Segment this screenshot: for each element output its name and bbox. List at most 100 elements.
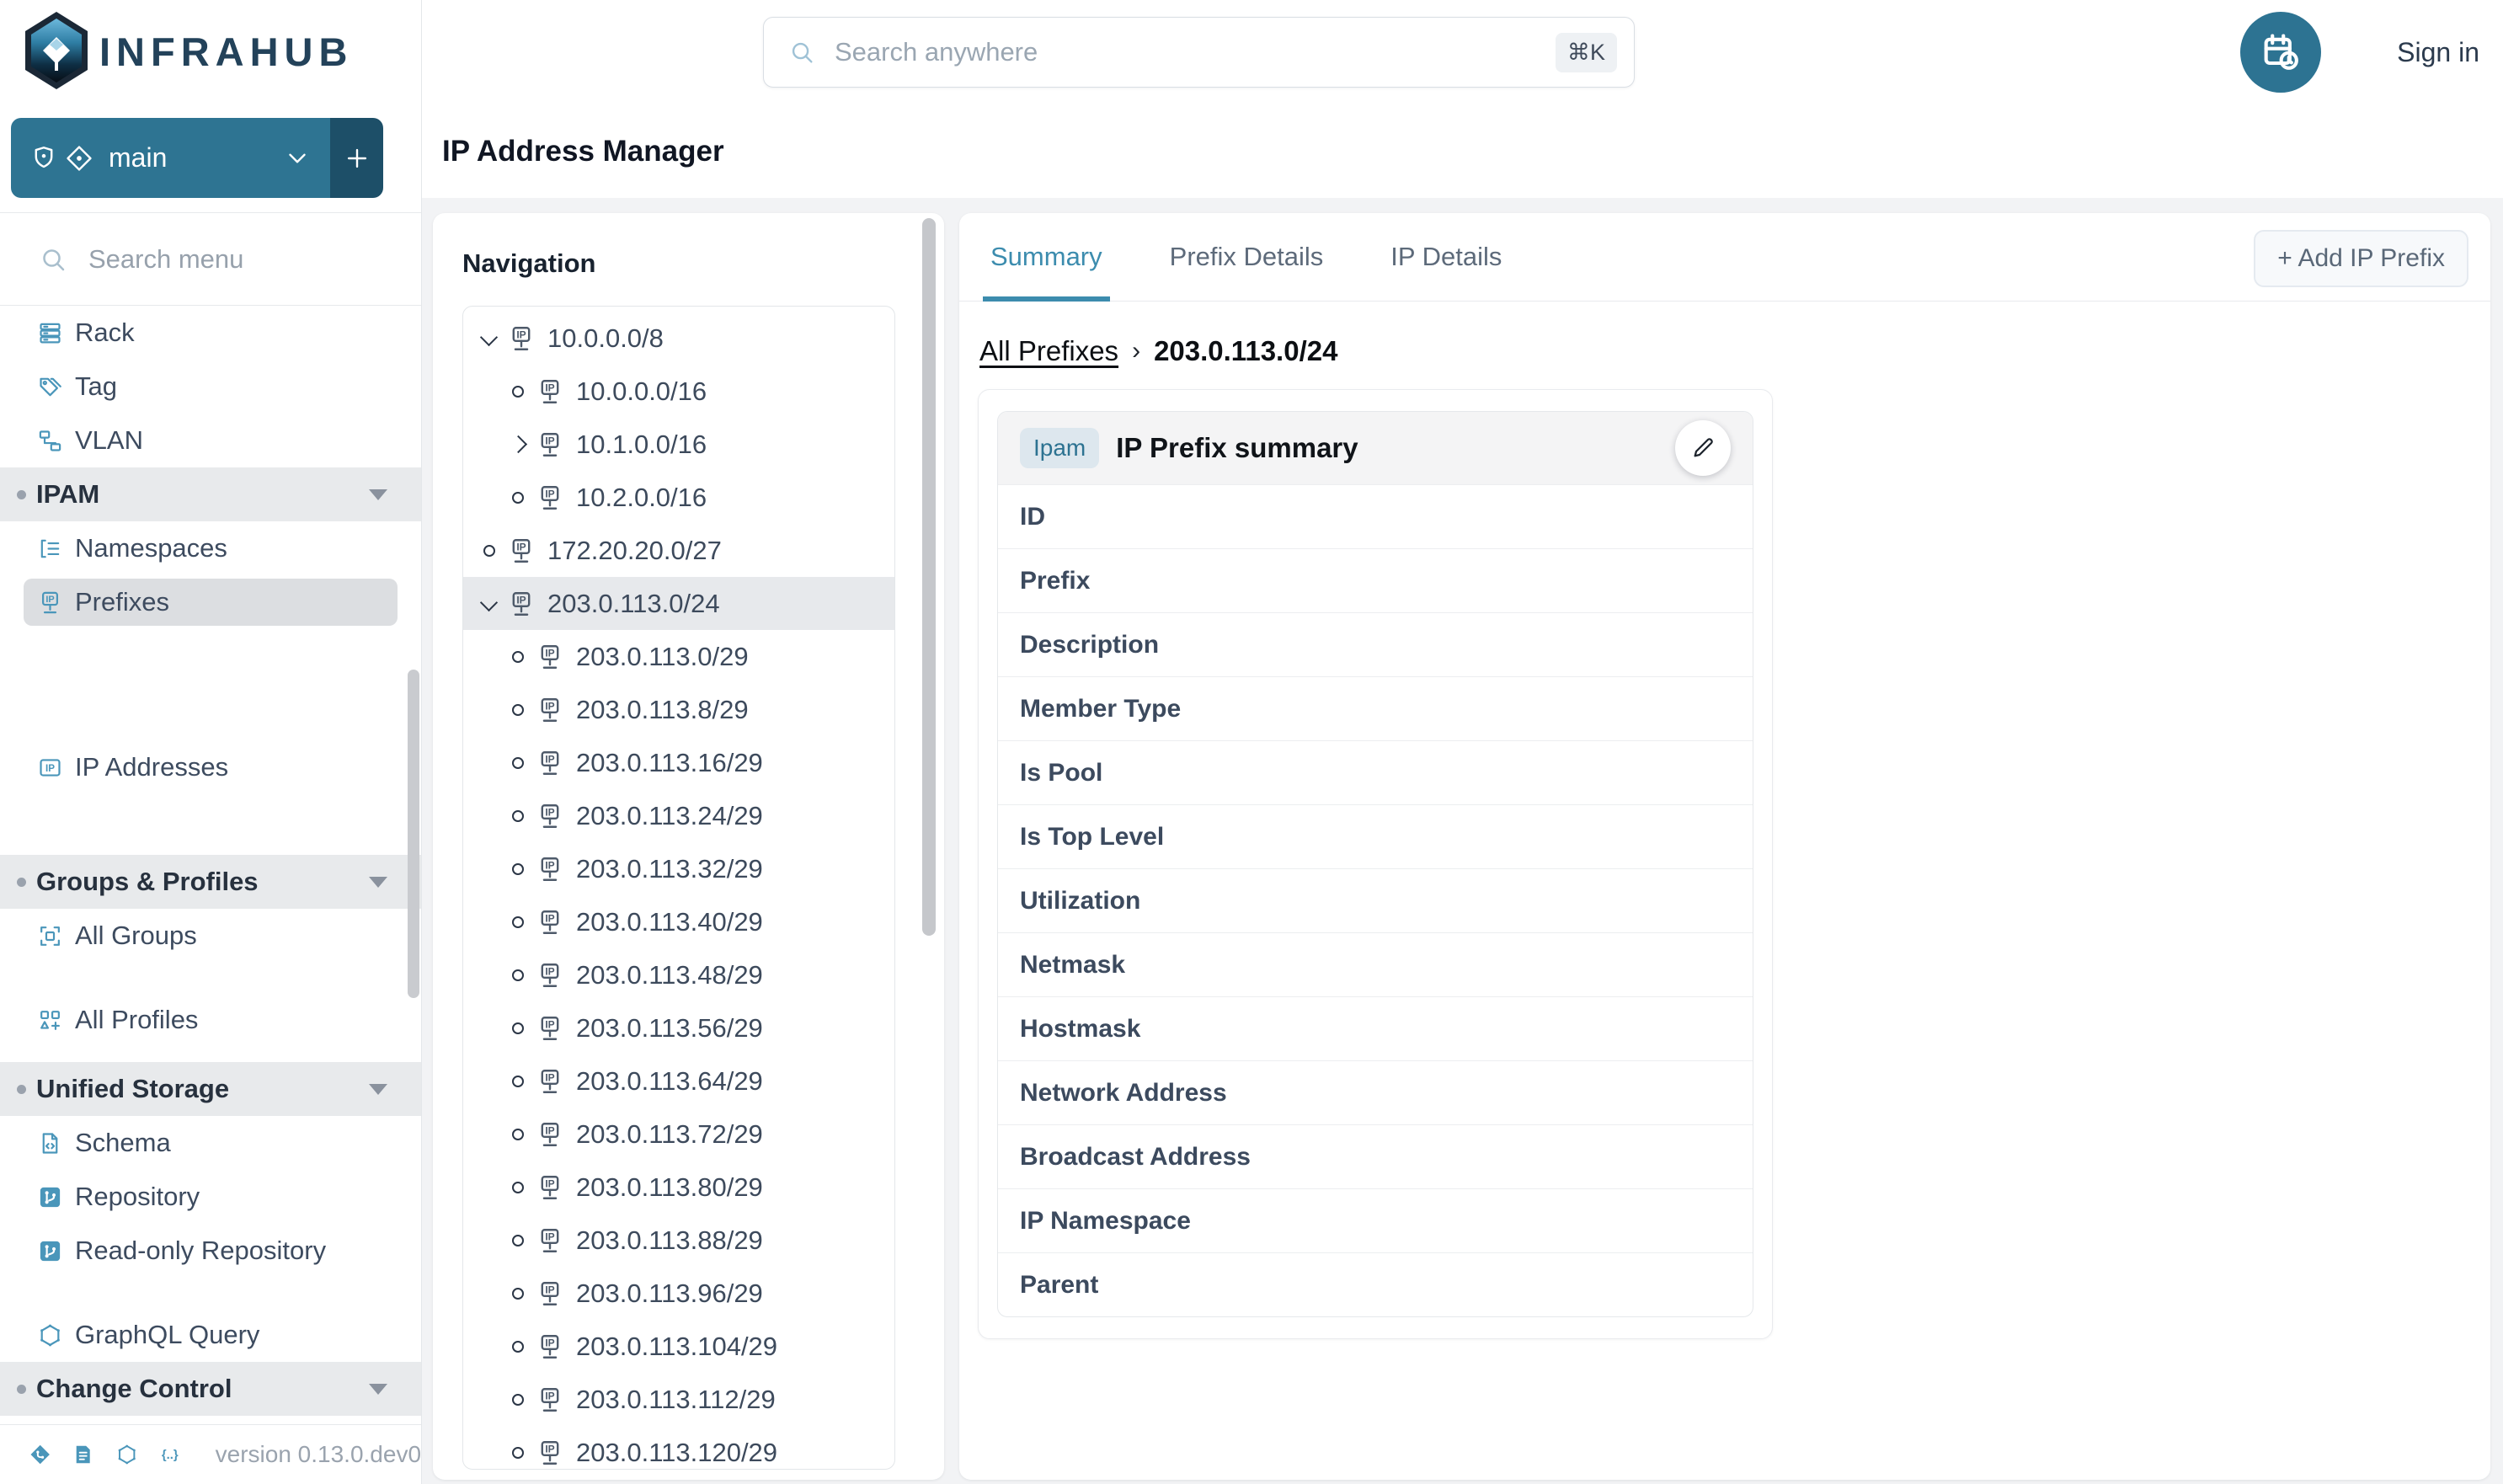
tree-row[interactable]: 10.1.0.0/16: [463, 418, 894, 471]
sidebar-menu-item[interactable]: Tag: [0, 360, 421, 414]
sidebar-menu-item[interactable]: Read-only Repository: [0, 1224, 421, 1278]
tree-row[interactable]: 203.0.113.0/29: [463, 630, 894, 683]
tree-expander-icon[interactable]: [505, 857, 531, 882]
tree-expander-icon[interactable]: [477, 538, 502, 563]
tree-expander-icon[interactable]: [505, 1122, 531, 1147]
tree-expander-icon[interactable]: [505, 1281, 531, 1306]
breadcrumb-all-prefixes-link[interactable]: All Prefixes: [979, 335, 1118, 367]
tree-row[interactable]: 203.0.113.8/29: [463, 683, 894, 736]
ip-prefix-icon: [536, 696, 564, 724]
ip-prefix-icon: [536, 643, 564, 671]
tree-expander-icon[interactable]: [505, 1228, 531, 1253]
infrahub-logo-icon: [25, 12, 88, 89]
tree-expander-icon[interactable]: [505, 803, 531, 829]
menu-item-label: Tag: [75, 371, 117, 402]
add-branch-button[interactable]: [330, 118, 383, 198]
sidebar-menu-item[interactable]: GraphQL Query: [0, 1308, 421, 1362]
docs-icon[interactable]: [72, 1439, 94, 1471]
tree-row[interactable]: 203.0.113.112/29: [463, 1373, 894, 1426]
tree-expander-icon[interactable]: [505, 963, 531, 988]
tree-row[interactable]: 203.0.113.16/29: [463, 736, 894, 789]
summary-table-header: Ipam IP Prefix summary: [998, 412, 1753, 484]
tree-row[interactable]: 203.0.113.48/29: [463, 948, 894, 1001]
sidebar-menu-item[interactable]: Schema: [0, 1116, 421, 1170]
main-body: All Prefixes › 203.0.113.0/24 Ipam IP Pr…: [959, 302, 2490, 1339]
tree-expander-icon[interactable]: [505, 1175, 531, 1200]
sidebar-menu-item[interactable]: Unified Storage: [0, 1062, 421, 1116]
menu-item-icon: [37, 1007, 63, 1033]
tree-row[interactable]: 10.2.0.0/16: [463, 471, 894, 524]
tree-row[interactable]: 203.0.113.40/29: [463, 895, 894, 948]
sidebar-menu-item[interactable]: All Groups: [0, 909, 421, 963]
tree-row[interactable]: 203.0.113.64/29: [463, 1054, 894, 1108]
global-search-placeholder: Search anywhere: [835, 37, 1556, 67]
time-travel-button[interactable]: [2240, 12, 2321, 93]
menu-item-label: Namespaces: [75, 533, 227, 563]
tree-expander-icon[interactable]: [505, 432, 531, 457]
sidebar-scrollbar[interactable]: [408, 670, 419, 998]
tree-row[interactable]: 203.0.113.80/29: [463, 1161, 894, 1214]
tree-expander-icon[interactable]: [477, 326, 502, 351]
global-search-input[interactable]: Search anywhere ⌘K: [763, 17, 1635, 88]
ip-prefix-icon: [536, 1385, 564, 1414]
tree-expander-icon[interactable]: [505, 485, 531, 510]
tree-row[interactable]: 203.0.113.56/29: [463, 1001, 894, 1054]
edit-button[interactable]: [1675, 420, 1731, 476]
sidebar-menu-item[interactable]: Change Control: [0, 1362, 421, 1416]
tree-expander-icon[interactable]: [505, 1016, 531, 1041]
logo[interactable]: INFRAHUB: [0, 0, 421, 105]
sidebar-menu-item[interactable]: IP Addresses: [0, 740, 421, 794]
shield-icon: [29, 144, 58, 173]
sign-in-button[interactable]: Sign in: [2397, 0, 2479, 105]
sidebar-menu-item[interactable]: IPAM: [0, 467, 421, 521]
table-row: Parent - - - -: [998, 1252, 1753, 1316]
tree-row[interactable]: 203.0.113.88/29: [463, 1214, 894, 1267]
row-label: Parent: [998, 1271, 1257, 1300]
tree-expander-icon[interactable]: [505, 1387, 531, 1412]
add-ip-prefix-button[interactable]: + Add IP Prefix: [2254, 230, 2468, 287]
git-version-icon[interactable]: [29, 1439, 51, 1471]
sidebar-menu-item[interactable]: Prefixes: [24, 579, 398, 626]
tab[interactable]: IP Details: [1384, 213, 1508, 301]
sidebar-menu-item[interactable]: Rack: [0, 306, 421, 360]
sidebar-menu-item[interactable]: Namespaces: [0, 521, 421, 575]
page-title: IP Address Manager: [442, 135, 724, 168]
graphql-icon[interactable]: [115, 1439, 138, 1471]
tree-row[interactable]: 10.0.0.0/16: [463, 365, 894, 418]
tree-expander-icon[interactable]: [505, 1440, 531, 1465]
sidebar-menu-item[interactable]: Groups & Profiles: [0, 855, 421, 909]
tree-row[interactable]: 203.0.113.72/29: [463, 1108, 894, 1161]
tree-row[interactable]: 203.0.113.104/29: [463, 1320, 894, 1373]
menu-item-icon: [37, 1184, 63, 1210]
tab[interactable]: Summary: [984, 213, 1109, 301]
sidebar-menu: Rack Tag VLAN IPAM: [0, 306, 421, 1416]
tree-expander-icon[interactable]: [505, 1069, 531, 1094]
swagger-braces-icon[interactable]: [158, 1439, 181, 1471]
tree-row[interactable]: 172.20.20.0/27: [463, 524, 894, 577]
tab[interactable]: Prefix Details: [1163, 213, 1331, 301]
tree-scrollbar[interactable]: [922, 218, 936, 936]
tree-row[interactable]: 203.0.113.32/29: [463, 842, 894, 895]
tree-expander-icon[interactable]: [505, 379, 531, 404]
row-label: ID: [998, 503, 1257, 531]
tree-row[interactable]: 203.0.113.24/29: [463, 789, 894, 842]
tree-row[interactable]: 203.0.113.0/24: [463, 577, 894, 630]
sidebar-menu-item[interactable]: VLAN: [0, 414, 421, 467]
tree-expander-icon[interactable]: [477, 591, 502, 617]
tree-expander-icon[interactable]: [505, 910, 531, 935]
tree-expander-icon[interactable]: [505, 1334, 531, 1359]
tree-row[interactable]: 10.0.0.0/8: [463, 312, 894, 365]
sidebar-footer: version 0.13.0.dev0: [0, 1424, 421, 1484]
tree-expander-icon[interactable]: [505, 697, 531, 723]
tree-expander-icon[interactable]: [505, 750, 531, 776]
search-icon: [787, 38, 816, 67]
tree-expander-icon[interactable]: [505, 644, 531, 670]
prefix-summary-card: Ipam IP Prefix summary ID 17: [978, 389, 1773, 1339]
sidebar-menu-item[interactable]: All Profiles: [0, 993, 421, 1047]
tree-row[interactable]: 203.0.113.120/29: [463, 1426, 894, 1470]
sidebar-menu-item[interactable]: Repository: [0, 1170, 421, 1224]
branch-dropdown[interactable]: main: [11, 118, 330, 198]
menu-item-label: Repository: [75, 1182, 200, 1212]
sidebar-search-input[interactable]: Search menu: [0, 212, 421, 306]
tree-row[interactable]: 203.0.113.96/29: [463, 1267, 894, 1320]
